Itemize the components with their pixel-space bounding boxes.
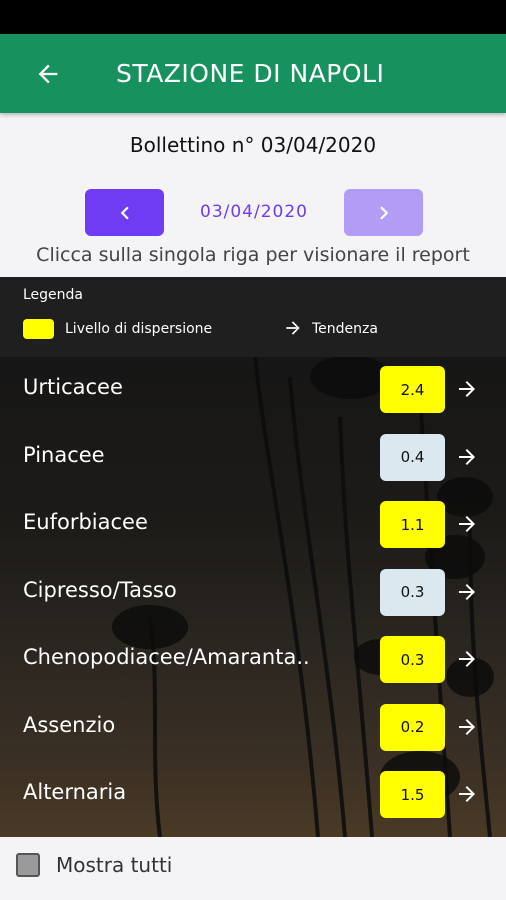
bulletin-number: Bollettino n° 03/04/2020 [129, 133, 377, 157]
trend-arrow-icon [459, 718, 475, 735]
current-date: 03/04/2020 [200, 202, 308, 222]
trend-arrow-icon [459, 583, 475, 600]
trend-arrow-icon [459, 381, 475, 397]
show-all-label[interactable]: Mostra tutti [56, 853, 172, 877]
dispersion-level-badge: 0.2 [380, 703, 445, 751]
dispersion-level-badge: 0.3 [380, 636, 445, 683]
pollen-row[interactable]: Assenzio 0.2 [0, 695, 506, 762]
status-bar [0, 0, 506, 34]
arrow-back-icon [38, 64, 58, 84]
footer: Mostra tutti [0, 837, 506, 900]
pollen-name: Cipresso/Tasso [23, 577, 177, 602]
pollen-name: Euforbiacee [23, 510, 148, 534]
previous-date-button[interactable] [85, 189, 164, 236]
chevron-left-icon [120, 206, 129, 219]
trend-arrow-icon [459, 786, 475, 802]
next-date-button[interactable] [344, 189, 423, 236]
arrow-right-icon [286, 321, 300, 335]
pollen-name: Alternaria [23, 780, 127, 804]
legend-trend-label: Tendenza [312, 321, 378, 337]
pollen-name: Assenzio [23, 712, 116, 737]
trend-arrow-icon [459, 651, 475, 667]
pollen-name: Urticacee [23, 375, 123, 399]
dispersion-level-badge: 1.5 [380, 771, 445, 818]
pollen-row[interactable]: Chenopodiacee/Amaranta.. 0.3 [0, 627, 506, 694]
pollen-list: Urticacee 2.4 Pinacee 0.4 Euforbiacee 1.1 Cipr… [0, 357, 506, 837]
trend-arrow-icon [459, 516, 475, 532]
pollen-row[interactable]: Alternaria 1.5 [0, 762, 506, 829]
dispersion-level-badge: 0.4 [380, 433, 445, 481]
pollen-name: Pinacee [23, 442, 105, 467]
dispersion-level-badge: 0.3 [380, 568, 445, 616]
legend-title: Legenda [23, 287, 84, 303]
show-all-checkbox[interactable] [16, 853, 40, 877]
legend: Legenda Livello di dispersione Tendenza [0, 277, 506, 357]
pollen-row[interactable]: Cipresso/Tasso 0.3 [0, 560, 506, 627]
dispersion-swatch [23, 319, 54, 339]
trend-arrow-icon [459, 448, 475, 465]
pollen-name: Chenopodiacee/Amaranta.. [23, 645, 310, 669]
hint-text: Clicca sulla singola riga per visionare … [36, 244, 470, 266]
pollen-row[interactable]: Urticacee 2.4 [0, 357, 506, 424]
pollen-row[interactable]: Euforbiacee 1.1 [0, 492, 506, 559]
page-title: STAZIONE DI NAPOLI [116, 59, 385, 88]
legend-dispersion-label: Livello di dispersione [65, 321, 213, 337]
back-button[interactable] [30, 56, 66, 92]
dispersion-level-badge: 1.1 [380, 501, 445, 548]
chevron-right-icon [379, 206, 388, 219]
pollen-row[interactable]: Pinacee 0.4 [0, 425, 506, 492]
dispersion-level-badge: 2.4 [380, 366, 445, 413]
date-navigator: 03/04/2020 [0, 189, 506, 237]
app-bar: STAZIONE DI NAPOLI [0, 34, 506, 113]
